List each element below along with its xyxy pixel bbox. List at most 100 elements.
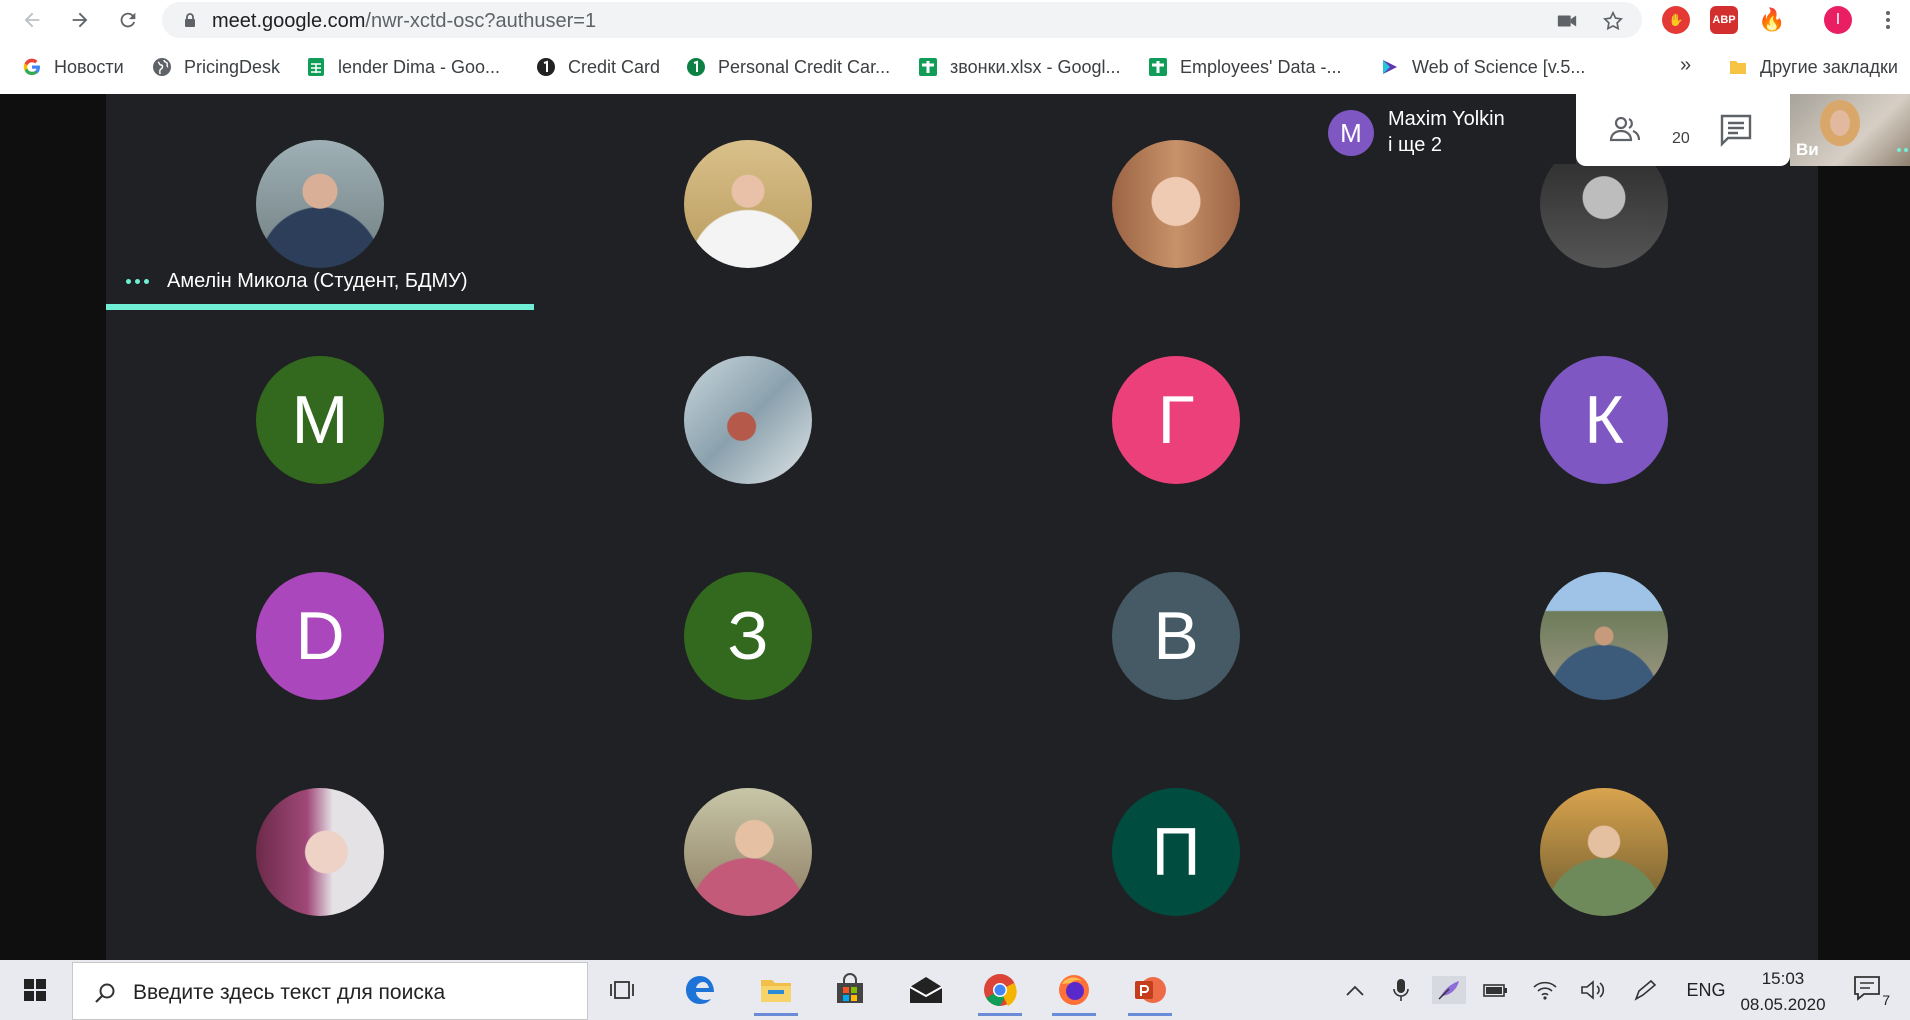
edge-app[interactable] <box>672 964 728 1016</box>
bookmark-label: Другие закладки <box>1760 56 1898 77</box>
lock-icon <box>185 13 195 27</box>
participant-tile[interactable]: К <box>1390 310 1818 526</box>
chrome-app[interactable] <box>972 964 1028 1016</box>
participant-tile[interactable] <box>106 742 534 958</box>
bookmark-item[interactable]: PricingDesk <box>152 54 280 80</box>
battery-tray-button[interactable] <box>1480 976 1510 1004</box>
participant-initial-avatar: В <box>1112 572 1240 700</box>
bookmark-label: Новости <box>54 56 124 77</box>
clock-date: 08.05.2020 <box>1740 995 1826 1014</box>
more-bookmarks-button[interactable]: » <box>1680 54 1691 77</box>
bookmark-label: звонки.xlsx - Googl... <box>950 56 1121 77</box>
globe-icon <box>152 57 172 77</box>
bookmark-item[interactable]: Personal Credit Car... <box>686 54 890 80</box>
address-bar[interactable]: meet.google.com/nwr-xctd-osc?authuser=1 <box>162 2 1642 38</box>
show-hidden-icons-button[interactable] <box>1340 976 1370 1004</box>
notification-icon <box>1854 976 1880 1001</box>
wifi-icon <box>1533 981 1557 1000</box>
other-bookmarks-folder[interactable]: Другие закладки <box>1728 54 1898 80</box>
participant-tile[interactable] <box>534 94 962 310</box>
powerpoint-app[interactable] <box>1122 964 1178 1016</box>
browser-menu-icon[interactable] <box>1876 6 1900 34</box>
bookmark-item[interactable]: звонки.xlsx - Googl... <box>918 54 1121 80</box>
action-center-button[interactable]: 7 <box>1852 974 1890 1008</box>
camera-icon[interactable] <box>1556 10 1578 32</box>
participant-photo <box>1540 788 1668 916</box>
google-icon <box>22 57 42 77</box>
participant-tile[interactable] <box>534 742 962 958</box>
pen-workspace-tray-button[interactable] <box>1630 976 1660 1004</box>
sheets-plus-icon <box>918 57 938 77</box>
bookmark-label: Credit Card <box>568 56 661 77</box>
participant-initial-avatar: К <box>1540 356 1668 484</box>
bookmark-label: lender Dima - Goo... <box>338 56 501 77</box>
meet-actions-panel: 20 <box>1576 94 1790 166</box>
profile-avatar[interactable]: I <box>1824 6 1852 34</box>
sheets-plus-icon <box>1148 57 1168 77</box>
bookmark-label: PricingDesk <box>184 56 281 77</box>
mail-app[interactable] <box>898 964 954 1016</box>
url-path: /nwr-xctd-osc?authuser=1 <box>365 10 597 32</box>
adblock-extension-icon[interactable]: ABP <box>1710 6 1738 34</box>
participant-tile[interactable]: П <box>962 742 1390 958</box>
presenter-name: Maxim Yolkin <box>1388 108 1505 130</box>
reload-button[interactable] <box>112 4 144 36</box>
battery-plug-icon <box>1483 984 1507 997</box>
task-view-button[interactable] <box>594 964 650 1016</box>
language-indicator[interactable]: ENG <box>1684 976 1728 1004</box>
participant-tile[interactable] <box>1390 742 1818 958</box>
microphone-tray-button[interactable] <box>1386 976 1416 1004</box>
pen-icon <box>1634 979 1657 1001</box>
participant-grid: Амелін Микола (Студент, БДМУ) M Г К D З … <box>106 94 1818 960</box>
participant-tile[interactable]: D <box>106 526 534 742</box>
participants-button[interactable]: 20 <box>1608 112 1690 148</box>
back-button[interactable] <box>16 4 48 36</box>
participant-photo <box>1540 572 1668 700</box>
network-tray-button[interactable] <box>1530 976 1560 1004</box>
participants-count: 20 <box>1672 130 1690 147</box>
participant-initial-avatar: Г <box>1112 356 1240 484</box>
bookmark-item[interactable]: Employees' Data -... <box>1148 54 1342 80</box>
bookmark-item[interactable]: Web of Science [v.5... <box>1380 54 1585 80</box>
self-view-label: Ви <box>1796 140 1819 159</box>
powerpoint-icon <box>1135 977 1166 1003</box>
search-placeholder: Введите здесь текст для поиска <box>133 981 446 1004</box>
speaker-name: Амелін Микола (Студент, БДМУ) <box>167 270 468 292</box>
store-app[interactable] <box>822 964 878 1016</box>
forward-button[interactable] <box>64 4 96 36</box>
taskbar-search[interactable]: Введите здесь текст для поиска <box>72 962 588 1020</box>
bookmark-item[interactable]: lender Dima - Goo... <box>306 54 500 80</box>
presenter-chip[interactable]: M Maxim Yolkin і ще 2 <box>1316 96 1576 164</box>
bookmark-item[interactable]: Новости <box>22 54 124 80</box>
bookmark-label: Employees' Data -... <box>1180 56 1342 77</box>
participant-tile[interactable]: В <box>962 526 1390 742</box>
participant-tile[interactable]: Амелін Микола (Студент, БДМУ) <box>106 94 534 310</box>
participant-tile[interactable] <box>1390 526 1818 742</box>
stop-hand-extension-icon[interactable]: ✋ <box>1662 6 1690 34</box>
search-icon <box>95 983 115 1003</box>
taskbar-clock[interactable]: 15:03 08.05.2020 <box>1738 966 1828 1018</box>
self-view-tile[interactable]: Ви <box>1790 94 1910 166</box>
people-icon <box>1609 116 1641 142</box>
star-icon[interactable] <box>1602 10 1624 32</box>
participant-tile[interactable]: M <box>106 310 534 526</box>
active-speaker-label: Амелін Микола (Студент, БДМУ) <box>126 270 468 293</box>
bookmark-item[interactable]: Credit Card <box>536 54 660 80</box>
participant-photo <box>684 788 812 916</box>
pen-tray-button[interactable] <box>1432 976 1466 1004</box>
volume-tray-button[interactable] <box>1578 976 1608 1004</box>
arrow-right-icon <box>72 12 88 28</box>
chat-icon[interactable] <box>1718 112 1754 148</box>
flame-extension-icon[interactable]: 🔥 <box>1758 6 1786 34</box>
microphone-icon <box>1393 979 1409 1001</box>
windows-start-icon[interactable] <box>12 972 58 1008</box>
clock-time: 15:03 <box>1761 969 1805 988</box>
edge-icon <box>686 976 714 1004</box>
participant-tile[interactable] <box>534 310 962 526</box>
windows-taskbar: Введите здесь текст для поиска ENG 15:03… <box>0 960 1910 1020</box>
file-explorer-app[interactable] <box>748 964 804 1016</box>
firefox-app[interactable] <box>1046 964 1102 1016</box>
participant-tile[interactable]: Г <box>962 310 1390 526</box>
feather-pen-icon <box>1438 981 1459 1000</box>
participant-tile[interactable]: З <box>534 526 962 742</box>
